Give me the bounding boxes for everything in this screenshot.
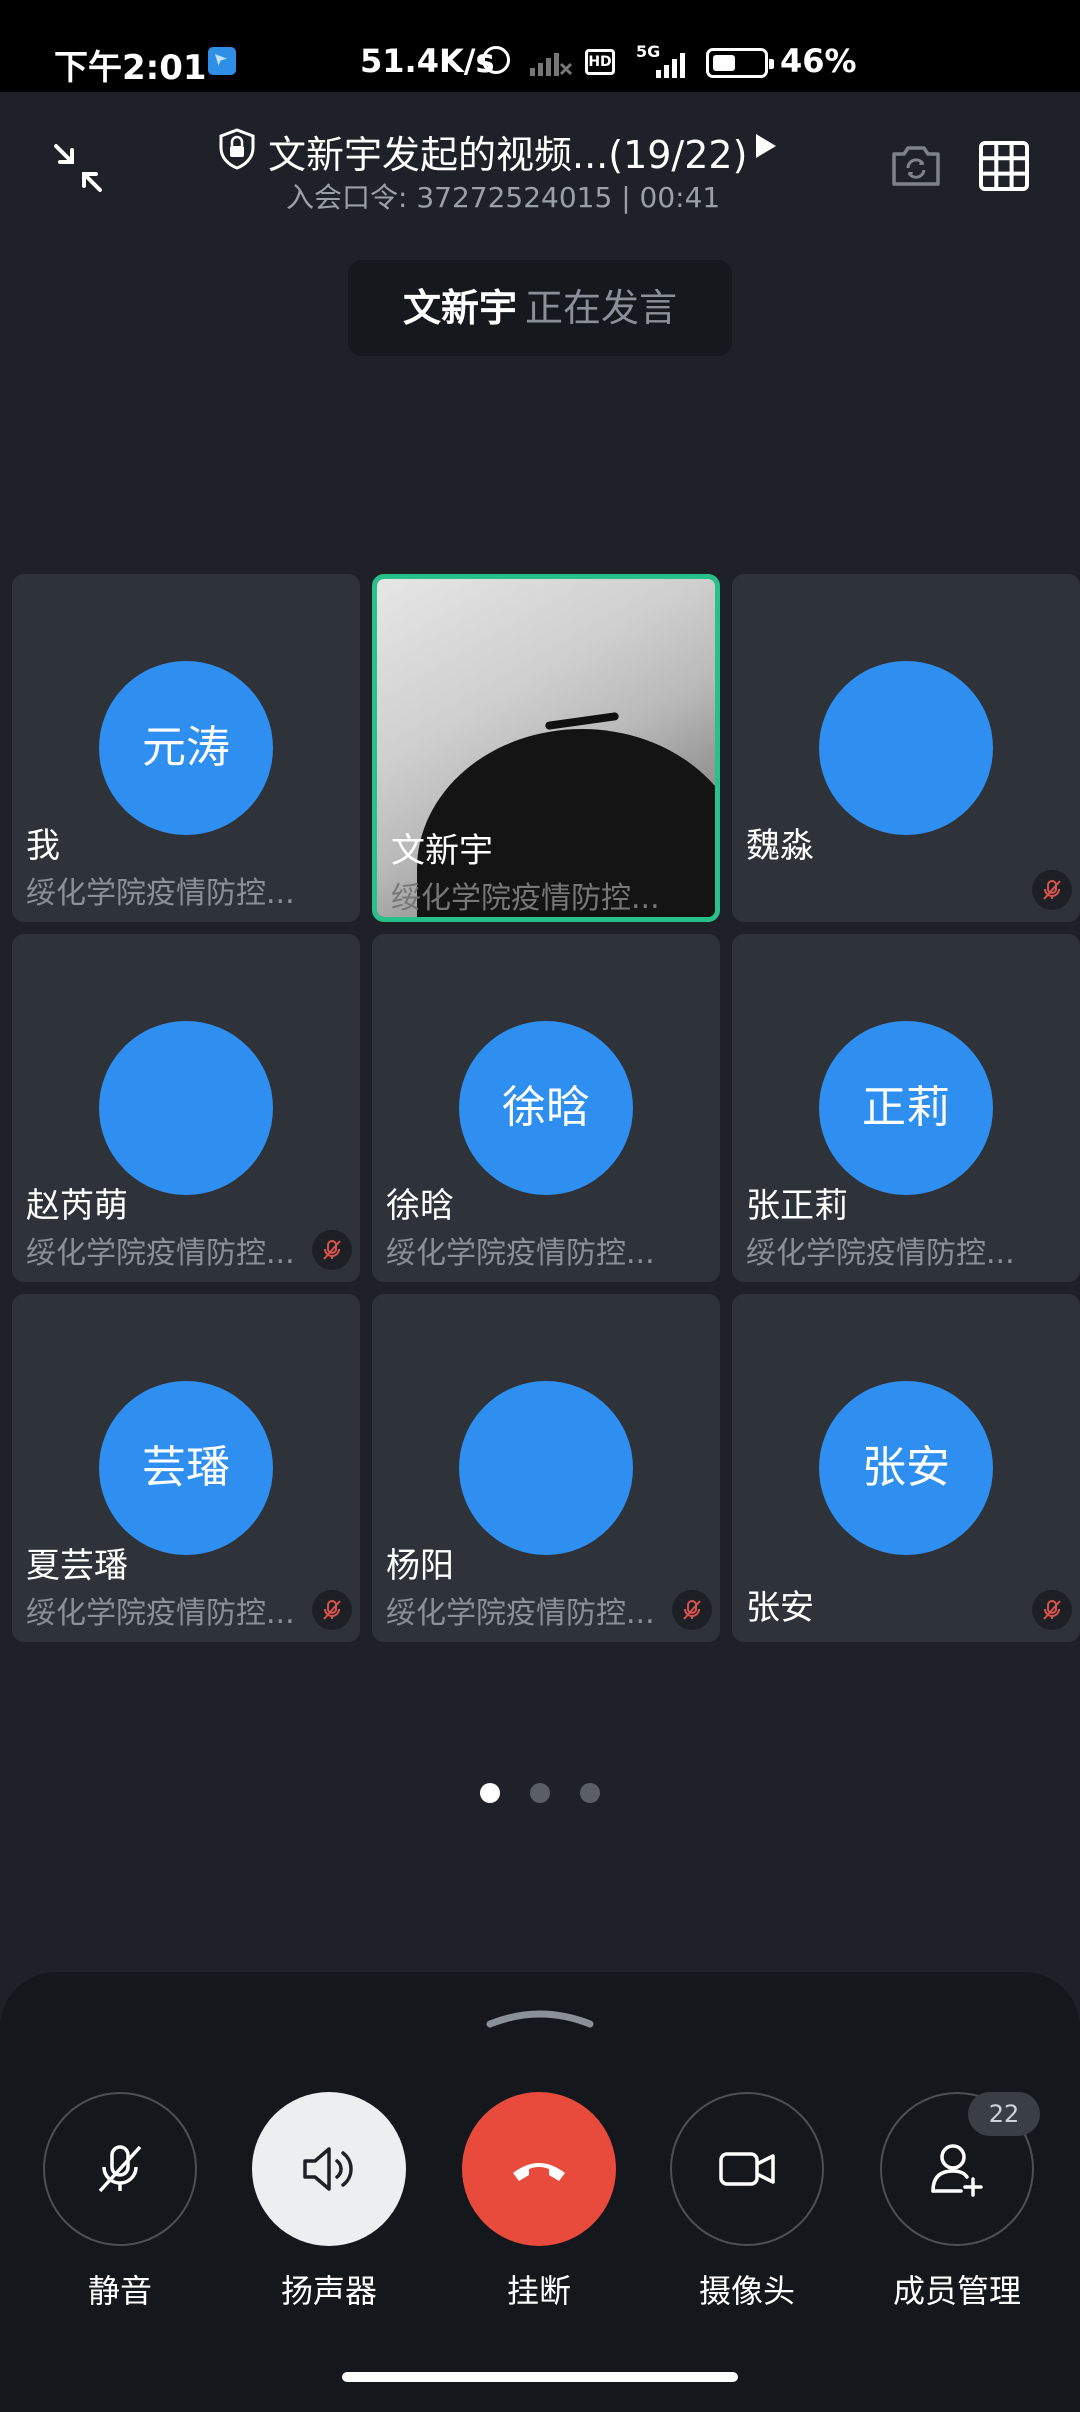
grid-view-icon[interactable] <box>978 140 1030 192</box>
camera-label: 摄像头 <box>698 2272 795 2310</box>
mic-muted-icon <box>1032 1590 1072 1630</box>
avatar: 元涛 <box>99 661 273 835</box>
speaking-indicator: 文新宇 正在发言 <box>348 260 732 356</box>
avatar: 正莉 <box>819 1021 993 1195</box>
switch-camera-icon[interactable] <box>888 140 944 190</box>
participant-tile[interactable]: 杨阳 绥化学院疫情防控... <box>372 1294 720 1642</box>
avatar: 徐晗 <box>459 1021 633 1195</box>
status-time: 下午2:01 <box>54 48 207 88</box>
hangup-icon <box>513 2163 565 2181</box>
participant-name: 徐晗 <box>386 1186 454 1226</box>
avatar <box>819 661 993 835</box>
avatar: 张安 <box>819 1381 993 1555</box>
mic-off-icon <box>98 2145 142 2193</box>
participant-org: 绥化学院疫情防控... <box>391 881 660 916</box>
participant-org: 绥化学院疫情防控... <box>26 1596 295 1631</box>
play-icon[interactable] <box>756 134 776 158</box>
mic-muted-icon <box>672 1590 712 1630</box>
meeting-title[interactable]: 文新宇发起的视频...(19/22) <box>268 124 747 179</box>
participant-name: 夏芸璠 <box>26 1546 128 1586</box>
meeting-code-timer: 入会口令: 37272524015 | 00:41 <box>286 181 721 214</box>
participant-name: 杨阳 <box>386 1546 454 1586</box>
add-member-icon <box>931 2144 983 2197</box>
participant-tile[interactable]: 元涛 我 绥化学院疫情防控... <box>12 574 360 922</box>
participant-org: 绥化学院疫情防控... <box>26 876 295 911</box>
participant-tile[interactable]: 徐晗 徐晗 绥化学院疫情防控... <box>372 934 720 1282</box>
participant-org: 绥化学院疫情防控... <box>746 1236 1015 1271</box>
camera-icon <box>719 2152 775 2186</box>
participant-tile[interactable]: 芸璠 夏芸璠 绥化学院疫情防控... <box>12 1294 360 1642</box>
participant-org: 绥化学院疫情防控... <box>26 1236 295 1271</box>
home-indicator[interactable] <box>342 2372 738 2382</box>
member-count-badge: 22 <box>968 2092 1040 2136</box>
page-dot-1[interactable] <box>480 1783 500 1803</box>
hangup-button[interactable] <box>462 2092 616 2246</box>
mic-muted-icon <box>312 1230 352 1270</box>
mic-muted-icon <box>1032 870 1072 910</box>
participant-tile[interactable]: 张安 张安 <box>732 1294 1080 1642</box>
speaking-status: 正在发言 <box>525 286 678 330</box>
hd-icon: HD <box>585 49 615 75</box>
participant-name: 张正莉 <box>746 1186 848 1226</box>
speaker-name: 文新宇 <box>402 286 517 330</box>
participant-name: 我 <box>26 826 60 866</box>
speaker-icon <box>303 2147 353 2191</box>
participant-name: 文新宇 <box>391 831 493 871</box>
participant-tile[interactable]: 魏淼 <box>732 574 1080 922</box>
status-bar: 下午2:01 51.4K/s HD 5G 46% <box>0 0 1080 92</box>
participant-org: 绥化学院疫情防控... <box>386 1596 655 1631</box>
lock-shield-icon <box>219 128 255 170</box>
expand-handle-icon[interactable] <box>486 2008 594 2028</box>
app-notification-icon <box>208 47 236 75</box>
avatar <box>459 1381 633 1555</box>
participant-tile-active[interactable]: 文新宇 绥化学院疫情防控... <box>372 574 720 922</box>
participant-name: 魏淼 <box>746 826 814 866</box>
avatar <box>99 1021 273 1195</box>
participant-name: 张安 <box>746 1588 814 1628</box>
participant-tile[interactable]: 赵芮萌 绥化学院疫情防控... <box>12 934 360 1282</box>
page-dot-3[interactable] <box>580 1783 600 1803</box>
participant-name: 赵芮萌 <box>26 1186 128 1226</box>
hangup-label: 挂断 <box>506 2272 571 2310</box>
page-dot-2[interactable] <box>530 1783 550 1803</box>
participant-tile[interactable]: 正莉 张正莉 绥化学院疫情防控... <box>732 934 1080 1282</box>
avatar: 芸璠 <box>99 1381 273 1555</box>
battery-icon <box>706 48 774 78</box>
5g-signal-icon <box>656 53 685 78</box>
mic-muted-icon <box>312 1590 352 1630</box>
no-signal-icon <box>530 53 572 76</box>
alarm-icon <box>482 46 510 74</box>
network-speed: 51.4K/s <box>360 42 495 80</box>
battery-percent: 46% <box>780 42 857 80</box>
camera-button[interactable] <box>670 2092 824 2246</box>
participant-org: 绥化学院疫情防控... <box>386 1236 655 1271</box>
collapse-icon[interactable] <box>50 140 106 196</box>
member-management-label: 成员管理 <box>892 2272 1021 2310</box>
mute-button[interactable] <box>43 2092 197 2246</box>
speaker-button[interactable] <box>252 2092 406 2246</box>
speaker-label: 扬声器 <box>280 2272 377 2310</box>
mute-label: 静音 <box>87 2272 152 2310</box>
